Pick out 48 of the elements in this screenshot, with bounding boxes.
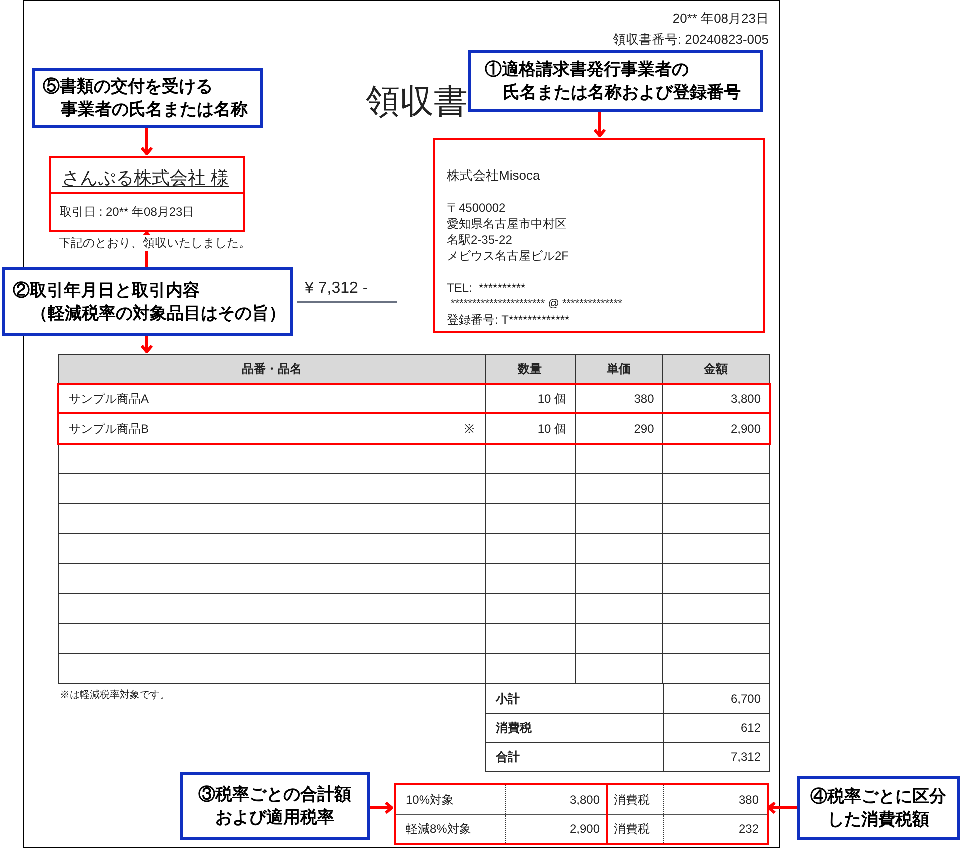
taxable-amount: 3,800 — [570, 792, 600, 808]
product-name: サンプル商品B — [69, 420, 150, 438]
reduced-tax-mark: ※ — [464, 420, 475, 438]
annotation-callout: ④税率ごとに区分 した消費税額 — [797, 776, 960, 840]
product-name: サンプル商品A — [69, 390, 150, 408]
receipt-title: 領収書 — [366, 82, 468, 122]
issuer-postal-code: 〒4500002 — [447, 200, 506, 216]
unit-price: 380 — [634, 390, 654, 408]
issuer-address: 名駅2-35-22 — [447, 232, 512, 248]
tax-label: 消費税 — [614, 821, 650, 838]
line-amount: 3,800 — [730, 390, 761, 408]
issuer-address: メビウス名古屋ビル2F — [447, 248, 570, 264]
annotation-callout: ③税率ごとの合計額 および適用税率 — [180, 772, 370, 840]
quantity: 10 個 — [538, 390, 566, 408]
issuer-company: 株式会社Misoca — [447, 168, 540, 184]
customer-name: さんぷる株式会社 様 — [62, 167, 230, 189]
annotation-callout: ⑤書類の交付を受ける 事業者の氏名または名称 — [32, 68, 263, 128]
annotation-callout: ②取引年月日と取引内容 （軽減税率の対象品目はその旨） — [2, 267, 293, 336]
line-amount: 2,900 — [730, 420, 761, 438]
tax-amount: 232 — [738, 821, 759, 838]
issuer-phone: TEL: ********** — [447, 280, 526, 296]
reduced-tax-note: ※は軽減税率対象です。 — [60, 688, 170, 703]
issuer-email: ********************** @ ************** — [451, 297, 622, 312]
arrow — [141, 336, 153, 353]
annotation-callout: ①適格請求書発行事業者の 氏名または名称および登録番号 — [468, 50, 763, 112]
tax-amount: 380 — [738, 792, 759, 808]
total-value: 6,700 — [730, 690, 761, 708]
total-label: 消費税 — [496, 720, 532, 737]
quantity: 10 個 — [538, 420, 566, 438]
tax-rate-label: 軽減8%対象 — [406, 821, 472, 838]
registration-number: 登録番号: T************* — [447, 312, 570, 328]
receipt-number: 領収書番号: 20240823-005 — [612, 32, 769, 48]
total-label: 合計 — [496, 749, 520, 766]
total-label: 小計 — [496, 690, 520, 708]
transaction-date: 取引日 : 20** 年08月23日 — [60, 204, 195, 221]
total-value: 612 — [740, 720, 761, 737]
unit-price: 290 — [634, 420, 654, 438]
issue-date: 20** 年08月23日 — [672, 11, 769, 27]
tax-rate-label: 10%対象 — [406, 792, 454, 808]
total-amount: ¥ 7,312 - — [297, 279, 397, 303]
total-value: 7,312 — [730, 749, 761, 766]
column-header: 金額 — [662, 355, 769, 383]
column-header: 数量 — [484, 355, 575, 383]
taxable-amount: 2,900 — [570, 821, 600, 838]
issuer-address: 愛知県名古屋市中村区 — [447, 216, 567, 232]
column-header: 単価 — [574, 355, 662, 383]
column-header: 品番・品名 — [240, 361, 303, 378]
tax-label: 消費税 — [614, 792, 650, 808]
